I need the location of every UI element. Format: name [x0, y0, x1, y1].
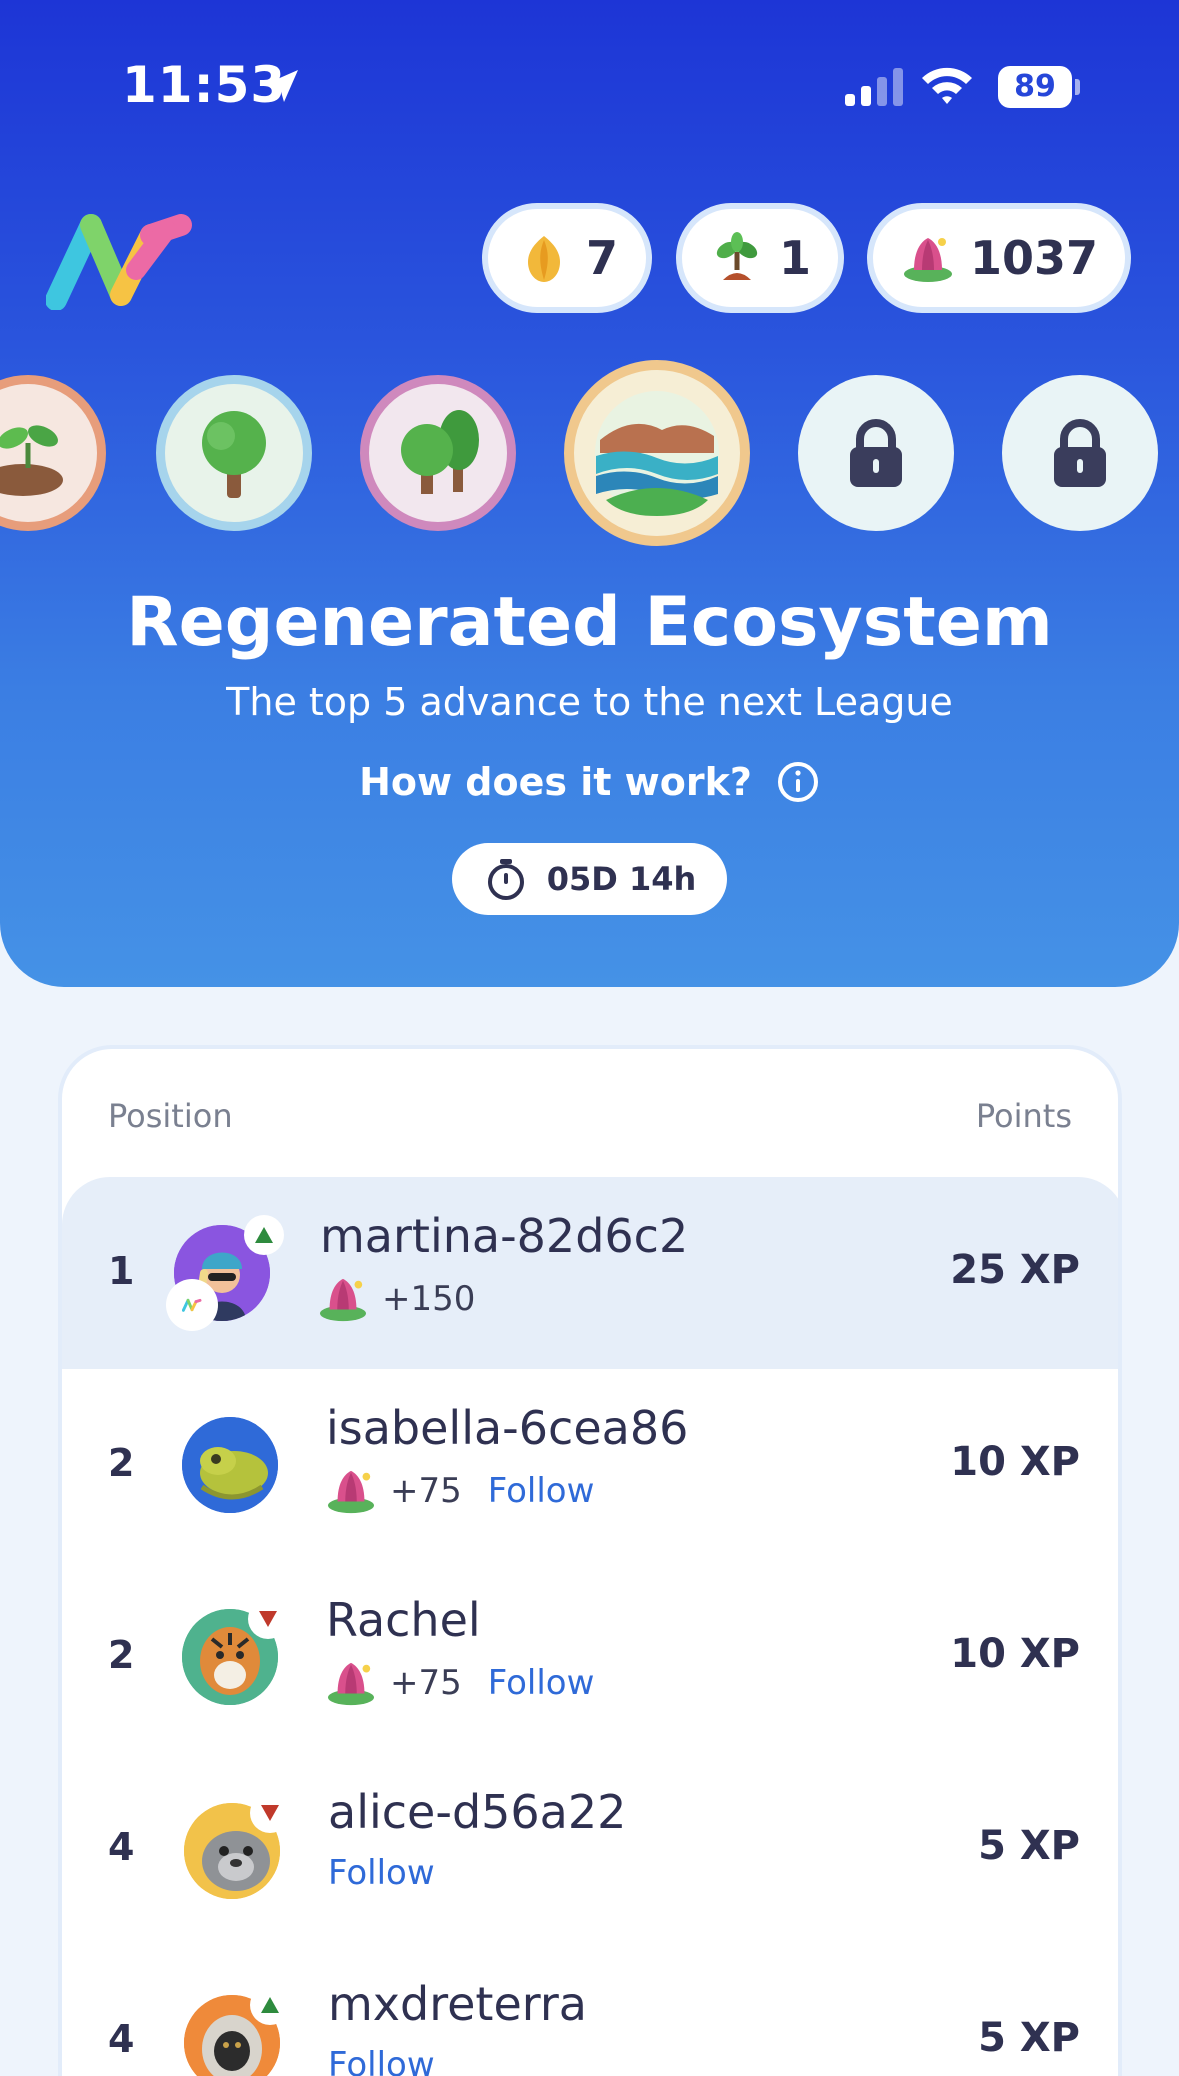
lotus-icon [327, 1662, 375, 1706]
tree-icon [202, 411, 266, 498]
points-header: Points [975, 1097, 1072, 1135]
triangle-down-icon [261, 1805, 279, 1821]
follow-button[interactable]: Follow [328, 1853, 435, 1893]
rank-down-indicator [250, 1793, 290, 1833]
row-rank: 2 [108, 1441, 135, 1485]
leaderboard-row[interactable]: 2 isabella-6cea86 +75 Follow 10 XP [62, 1369, 1118, 1561]
sprout-icon [716, 232, 758, 280]
status-bar: 11:53 89 [0, 0, 1179, 160]
rank-up-indicator [250, 1985, 290, 2025]
how-it-works-label: How does it work? [359, 760, 752, 804]
row-rank: 1 [108, 1249, 135, 1293]
logo-mini-icon [182, 1298, 202, 1312]
sprout-counter[interactable]: 1 [676, 203, 844, 313]
lotus-counter[interactable]: 1037 [867, 203, 1131, 313]
seedling-icon [0, 425, 63, 496]
stopwatch-icon [487, 859, 524, 900]
reward-value: +75 [390, 1471, 462, 1511]
info-icon [777, 762, 818, 802]
triangle-up-icon [261, 1997, 279, 2013]
follow-button[interactable]: Follow [328, 2045, 435, 2076]
row-username[interactable]: alice-d56a22 [328, 1785, 626, 1839]
battery-indicator: 89 [998, 66, 1080, 108]
follow-button[interactable]: Follow [488, 1471, 595, 1511]
triangle-down-icon [259, 1611, 277, 1627]
lock-icon [1054, 419, 1106, 487]
leaderboard-row[interactable]: 2 Rachel +75 Follow 10 XP [62, 1561, 1118, 1753]
forest-icon [401, 410, 479, 494]
wifi-icon [922, 67, 972, 104]
row-username[interactable]: martina-82d6c2 [320, 1209, 688, 1263]
rank-up-indicator [244, 1215, 284, 1255]
reward-value: +150 [382, 1279, 476, 1319]
rank-down-indicator [248, 1599, 288, 1639]
row-username[interactable]: mxdreterra [328, 1977, 587, 2031]
cellular-signal-icon [845, 68, 903, 106]
avatar-chameleon-image [182, 1417, 278, 1513]
row-xp: 10 XP [950, 1631, 1080, 1677]
row-xp: 10 XP [950, 1439, 1080, 1485]
row-username[interactable]: isabella-6cea86 [326, 1401, 688, 1455]
locked-badge[interactable] [798, 375, 954, 531]
tulip-icon [527, 236, 560, 282]
row-reward: +75 Follow [324, 1659, 594, 1707]
leaderboard-row[interactable]: 4 alice-d56a22 Follow 5 XP [62, 1753, 1118, 1945]
lotus-icon [319, 1278, 367, 1322]
position-header: Position [108, 1097, 233, 1135]
lotus-count: 1037 [969, 231, 1099, 285]
row-xp: 25 XP [950, 1247, 1080, 1293]
battery-level: 89 [998, 66, 1072, 108]
leaderboard-row[interactable]: 4 mxdreterra Follow 5 XP [62, 1945, 1118, 2076]
ecosystem-icon [595, 391, 719, 516]
battery-cap [1075, 79, 1080, 95]
timer-value: 05D 14h [546, 860, 697, 898]
sprout-count: 1 [778, 231, 811, 285]
leaderboard-card: Position Points 1 martina-82d6c2 +150 25… [58, 1045, 1122, 2076]
avatar[interactable] [182, 1417, 278, 1513]
league-title: Regenerated Ecosystem [126, 583, 1053, 662]
row-xp: 5 XP [978, 2015, 1080, 2061]
lotus-icon [327, 1470, 375, 1514]
leaderboard-row[interactable]: 1 martina-82d6c2 +150 25 XP [62, 1177, 1118, 1369]
locked-badge[interactable] [1002, 375, 1158, 531]
ecosystem-badge[interactable] [564, 360, 750, 546]
row-rank: 4 [108, 2017, 135, 2061]
how-it-works-link[interactable]: How does it work? [0, 760, 1179, 804]
row-xp: 5 XP [978, 1823, 1080, 1869]
tulip-count: 7 [585, 231, 618, 285]
follow-button[interactable]: Follow [488, 1663, 595, 1703]
row-username[interactable]: Rachel [326, 1593, 481, 1647]
app-logo[interactable] [46, 210, 196, 310]
reward-value: +75 [390, 1663, 462, 1703]
league-timer: 05D 14h [452, 843, 727, 915]
forest-badge[interactable] [360, 375, 516, 531]
lotus-icon [903, 238, 952, 282]
location-arrow-icon [266, 70, 298, 102]
triangle-up-icon [255, 1227, 273, 1243]
row-rank: 4 [108, 1825, 135, 1869]
lock-icon [850, 419, 902, 487]
league-subtitle: The top 5 advance to the next League [226, 680, 953, 724]
tulip-counter[interactable]: 7 [482, 203, 652, 313]
league-header: 11:53 89 7 1 1037 Regenerated Ecosystem … [0, 0, 1179, 987]
seedling-badge[interactable] [0, 375, 106, 531]
row-rank: 2 [108, 1633, 135, 1677]
row-reward: +75 Follow [324, 1467, 594, 1515]
tree-badge[interactable] [156, 375, 312, 531]
app-badge [166, 1279, 218, 1331]
row-reward: +150 [316, 1275, 475, 1323]
